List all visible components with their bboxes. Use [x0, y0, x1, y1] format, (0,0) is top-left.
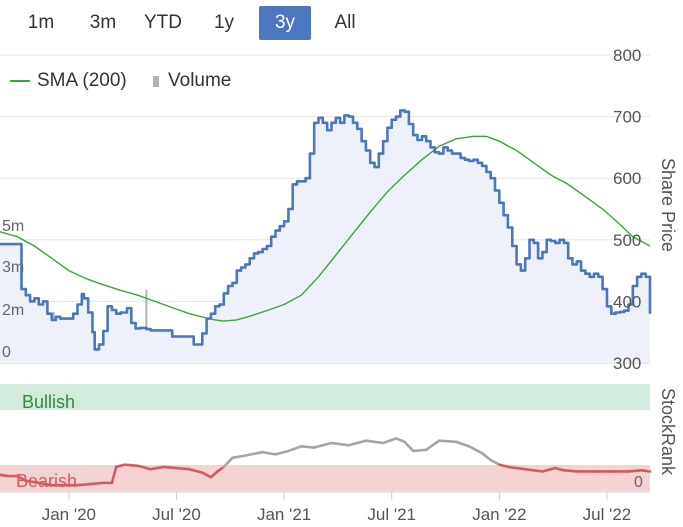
stockrank-segment: [394, 437, 406, 444]
bullish-band-label: Bullish: [22, 392, 75, 412]
stockrank-axis-title: StockRank: [658, 388, 678, 476]
stockrank-segment: [123, 463, 140, 468]
stockrank-segment: [162, 465, 178, 470]
stockrank-segment: [640, 469, 652, 473]
stockrank-segment: [627, 469, 643, 473]
volume-tick-label: 0: [2, 344, 11, 361]
stockrank-segment: [347, 439, 368, 447]
stockrank-segment: [437, 439, 458, 444]
price-tick-label: 500: [613, 231, 641, 250]
x-tick-label: Jan '20: [42, 505, 96, 524]
stockrank-segment: [467, 445, 484, 455]
x-tick-label: Jul '21: [367, 505, 416, 524]
stockrank-segment: [489, 458, 501, 466]
stockrank-tick-label: 0: [634, 474, 643, 491]
stockrank-segment: [424, 439, 441, 452]
price-tick-label: 400: [613, 292, 641, 311]
price-tick-label: 700: [613, 108, 641, 127]
volume-tick-label: 5m: [2, 218, 24, 235]
stockrank-segment: [381, 437, 398, 445]
stockrank-segment: [175, 466, 191, 471]
stockrank-segment: [312, 441, 333, 449]
stockrank-segment: [454, 440, 471, 448]
stockrank-segment: [244, 450, 264, 457]
stockrank-segment: [89, 481, 105, 486]
price-tick-label: 300: [613, 354, 641, 373]
price-axis-title: Share Price: [658, 158, 678, 252]
stockrank-segment: [330, 441, 350, 447]
bullish-band: [0, 384, 650, 410]
stockrank-segment: [300, 445, 316, 449]
stockrank-segment: [231, 454, 247, 460]
price-area-fill: [0, 110, 650, 364]
x-tick-label: Jul '22: [583, 505, 632, 524]
price-tick-label: 600: [613, 169, 641, 188]
stockrank-segment: [274, 449, 290, 456]
stockrank-segment: [287, 445, 303, 453]
stockrank-segment: [261, 450, 277, 456]
x-tick-label: Jul '20: [152, 505, 201, 524]
price-chart: 300 400 500 600 700 800 0 2m 3m 5m 0 Jan '20 Jul '20…: [0, 46, 678, 524]
stockrank-bands: [0, 384, 650, 493]
bearish-band-label: Bearish: [16, 471, 77, 491]
stockrank-segment: [0, 473, 10, 478]
stockrank-segment: [411, 448, 428, 453]
x-tick-label: Jan '21: [257, 505, 311, 524]
volume-tick-label: 2m: [2, 302, 24, 319]
stockrank-segment: [364, 439, 385, 445]
stockrank-segment: [480, 451, 493, 462]
volume-tick-label: 3m: [2, 259, 24, 276]
stockrank-segment: [76, 482, 92, 487]
stockrank-segment: [403, 440, 415, 453]
stockrank-segment: [562, 469, 579, 473]
price-tick-label: 800: [613, 46, 641, 65]
x-tick-label: Jan '22: [472, 505, 526, 524]
